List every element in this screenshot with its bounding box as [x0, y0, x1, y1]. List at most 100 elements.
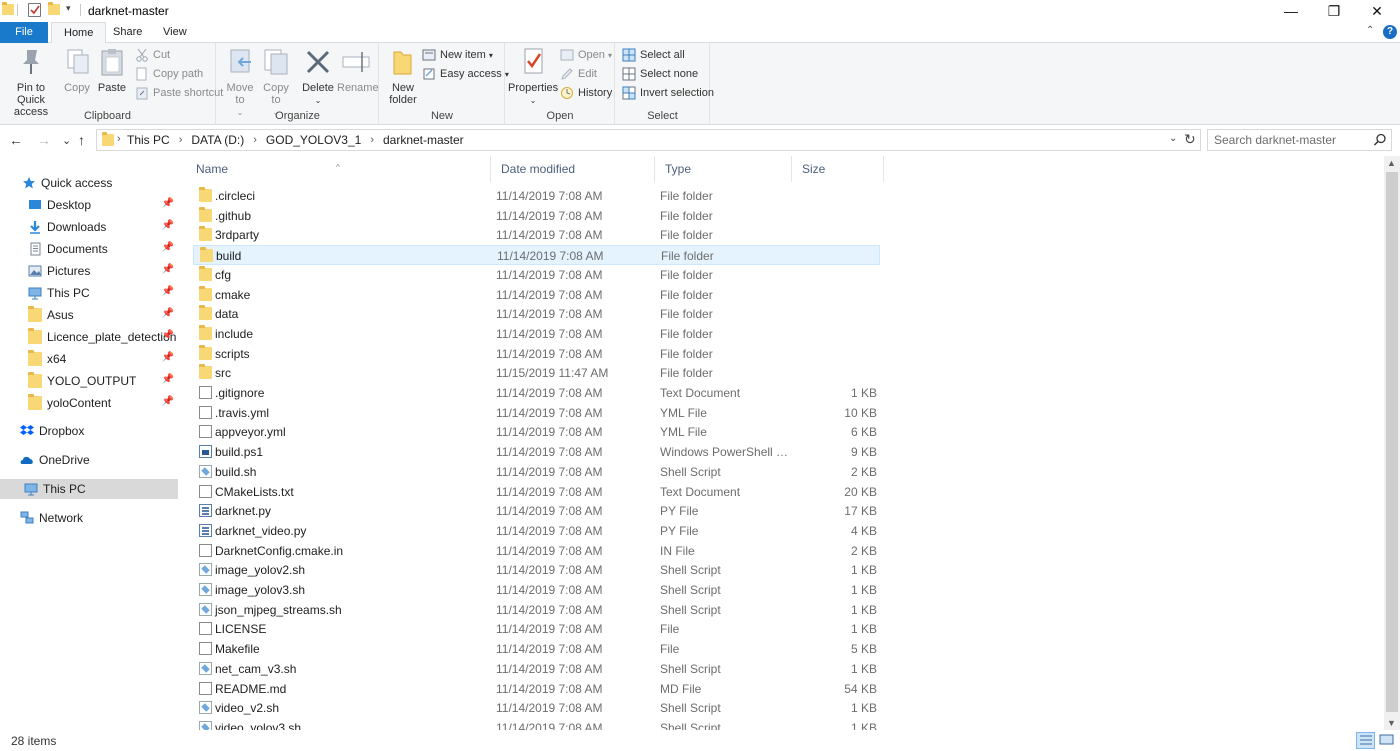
scroll-down-icon[interactable]: ▼ — [1387, 718, 1396, 728]
pin-icon[interactable]: 📌 — [162, 396, 174, 407]
sidebar-item-asus[interactable]: Asus 📌 — [0, 305, 178, 325]
properties-button[interactable]: Properties ⌄ — [508, 46, 558, 107]
table-row[interactable]: src 11/15/2019 11:47 AM File folder — [193, 363, 880, 383]
column-header-date[interactable]: Date modified — [491, 156, 655, 182]
search-input[interactable] — [1214, 133, 1364, 147]
search-box[interactable] — [1207, 129, 1392, 151]
table-row[interactable]: image_yolov2.sh 11/14/2019 7:08 AM Shell S… — [193, 560, 880, 580]
pin-icon[interactable]: 📌 — [162, 242, 174, 253]
move-to-button[interactable]: Move to ⌄ — [225, 46, 255, 119]
sidebar-item-quick-access[interactable]: Quick access — [0, 173, 178, 193]
details-view-button[interactable] — [1356, 732, 1375, 749]
breadcrumb-god-yolov3[interactable]: GOD_YOLOV3_1 — [266, 133, 361, 147]
tab-file[interactable]: File — [0, 22, 48, 43]
new-folder-button[interactable]: New folder — [384, 46, 422, 106]
recent-locations-chevron-icon[interactable]: ⌄ — [62, 134, 71, 147]
close-button[interactable]: ✕ — [1354, 0, 1400, 22]
minimize-button[interactable]: — — [1268, 0, 1314, 22]
table-row[interactable]: cfg 11/14/2019 7:08 AM File folder — [193, 265, 880, 285]
sidebar-item-dropbox[interactable]: Dropbox — [0, 421, 178, 441]
tab-share[interactable]: Share — [101, 22, 154, 43]
sidebar-item-pictures[interactable]: Pictures 📌 — [0, 261, 178, 281]
pin-icon[interactable]: 📌 — [162, 374, 174, 385]
cut-button[interactable]: Cut — [135, 46, 170, 64]
paste-shortcut-button[interactable]: Paste shortcut — [135, 84, 223, 102]
forward-button[interactable]: → — [37, 132, 51, 148]
pin-icon[interactable]: 📌 — [162, 352, 174, 363]
column-header-size[interactable]: Size — [792, 156, 884, 182]
history-button[interactable]: History — [560, 84, 612, 102]
properties-icon[interactable] — [28, 3, 41, 17]
table-row[interactable]: video_yolov3.sh 11/14/2019 7:08 AM Shell S… — [193, 718, 880, 730]
maximize-button[interactable]: ❐ — [1311, 0, 1357, 22]
sidebar-item-network[interactable]: Network — [0, 508, 178, 528]
pin-icon[interactable]: 📌 — [162, 264, 174, 275]
vertical-scrollbar[interactable]: ▲ ▼ — [1384, 156, 1400, 730]
table-row[interactable]: DarknetConfig.cmake.in 11/14/2019 7:08 AM… — [193, 541, 880, 561]
table-row[interactable]: README.md 11/14/2019 7:08 AM MD File 54 KB — [193, 679, 880, 699]
pin-icon[interactable]: 📌 — [162, 330, 174, 341]
back-button[interactable]: ← — [9, 132, 23, 148]
table-row[interactable]: cmake 11/14/2019 7:08 AM File folder — [193, 285, 880, 305]
table-row[interactable]: darknet.py 11/14/2019 7:08 AM PY File 17 KB — [193, 501, 880, 521]
table-row[interactable]: Makefile 11/14/2019 7:08 AM File 5 KB — [193, 639, 880, 659]
easy-access-button[interactable]: Easy access ▾ — [422, 65, 509, 83]
scroll-up-icon[interactable]: ▲ — [1387, 158, 1396, 168]
breadcrumb-darknet-master[interactable]: darknet-master — [383, 133, 464, 147]
table-row[interactable]: darknet_video.py 11/14/2019 7:08 AM PY Fil… — [193, 521, 880, 541]
table-row[interactable]: data 11/14/2019 7:08 AM File folder — [193, 304, 880, 324]
breadcrumb-chevron-icon[interactable]: › — [253, 134, 257, 146]
copy-path-button[interactable]: Copy path — [135, 65, 203, 83]
breadcrumb-data-drive[interactable]: DATA (D:) — [191, 133, 244, 147]
new-item-button[interactable]: New item ▾ — [422, 46, 493, 64]
customize-qat-chevron-icon[interactable]: ▾ — [66, 3, 71, 14]
sidebar-item-x64[interactable]: x64 📌 — [0, 349, 178, 369]
column-header-name[interactable]: Name ^ — [186, 156, 491, 182]
sidebar-item-this-pc[interactable]: This PC — [0, 479, 178, 499]
column-header-type[interactable]: Type — [655, 156, 792, 182]
copy-to-button[interactable]: Copy to ⌄ — [261, 46, 291, 119]
sidebar-item-documents[interactable]: Documents 📌 — [0, 239, 178, 259]
help-icon[interactable]: ? — [1383, 25, 1397, 39]
table-row[interactable]: .github 11/14/2019 7:08 AM File folder — [193, 206, 880, 226]
sidebar-item-onedrive[interactable]: OneDrive — [0, 450, 178, 470]
pin-icon[interactable]: 📌 — [162, 198, 174, 209]
table-row[interactable]: .circleci 11/14/2019 7:08 AM File folder — [193, 186, 880, 206]
sidebar-item-downloads[interactable]: Downloads 📌 — [0, 217, 178, 237]
table-row[interactable]: .gitignore 11/14/2019 7:08 AM Text Documen… — [193, 383, 880, 403]
edit-button[interactable]: Edit — [560, 65, 597, 83]
address-bar[interactable]: › This PC › DATA (D:) › GOD_YOLOV3_1 › d… — [96, 129, 1201, 151]
table-row[interactable]: LICENSE 11/14/2019 7:08 AM File 1 KB — [193, 619, 880, 639]
table-row[interactable]: video_v2.sh 11/14/2019 7:08 AM Shell Scrip… — [193, 698, 880, 718]
breadcrumb-chevron-icon[interactable]: › — [370, 134, 374, 146]
new-folder-icon[interactable] — [48, 2, 60, 15]
scrollbar-thumb[interactable] — [1386, 172, 1398, 712]
table-row[interactable]: 3rdparty 11/14/2019 7:08 AM File folder — [193, 225, 880, 245]
paste-button[interactable]: Paste — [96, 46, 128, 94]
open-button[interactable]: Open ▾ — [560, 46, 612, 64]
table-row[interactable]: build 11/14/2019 7:08 AM File folder — [193, 245, 880, 265]
copy-button[interactable]: Copy — [62, 46, 92, 94]
table-row[interactable]: CMakeLists.txt 11/14/2019 7:08 AM Text Doc… — [193, 482, 880, 502]
select-none-button[interactable]: Select none — [622, 65, 698, 83]
table-row[interactable]: build.ps1 11/14/2019 7:08 AM Windows Power… — [193, 442, 880, 462]
invert-selection-button[interactable]: Invert selection — [622, 84, 714, 102]
table-row[interactable]: build.sh 11/14/2019 7:08 AM Shell Script 2 … — [193, 462, 880, 482]
up-button[interactable]: ↑ — [78, 132, 85, 148]
pin-icon[interactable]: 📌 — [162, 286, 174, 297]
tab-home[interactable]: Home — [51, 22, 107, 44]
rename-button[interactable]: Rename — [337, 46, 379, 94]
large-icons-view-button[interactable] — [1378, 732, 1397, 749]
sidebar-item-yolo-output[interactable]: YOLO_OUTPUT 📌 — [0, 371, 178, 391]
table-row[interactable]: scripts 11/14/2019 7:08 AM File folder — [193, 344, 880, 364]
sidebar-item-yolocontent[interactable]: yoloContent 📌 — [0, 393, 178, 413]
sidebar-item-this-pc-quick[interactable]: This PC 📌 — [0, 283, 178, 303]
table-row[interactable]: .travis.yml 11/14/2019 7:08 AM YML File 10 … — [193, 403, 880, 423]
refresh-icon[interactable]: ↻ — [1184, 131, 1196, 148]
breadcrumb-chevron-icon[interactable]: › — [179, 134, 183, 146]
table-row[interactable]: json_mjpeg_streams.sh 11/14/2019 7:08 AM S… — [193, 600, 880, 620]
search-icon[interactable] — [1373, 133, 1387, 147]
table-row[interactable]: appveyor.yml 11/14/2019 7:08 AM YML File 6 … — [193, 422, 880, 442]
select-all-button[interactable]: Select all — [622, 46, 685, 64]
sidebar-item-licence-plate-detection[interactable]: Licence_plate_detection 📌 — [0, 327, 178, 347]
